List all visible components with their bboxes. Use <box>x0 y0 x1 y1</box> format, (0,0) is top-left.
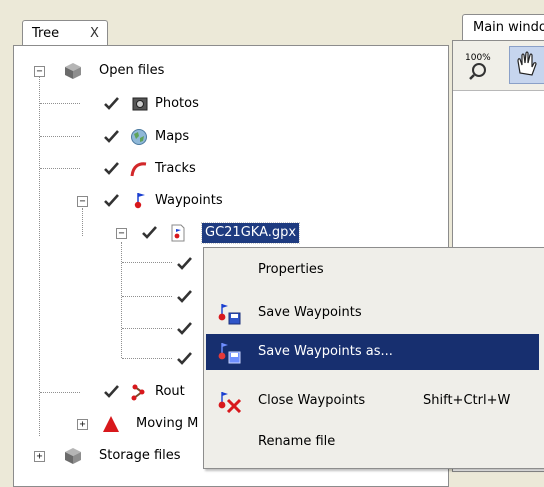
tree-item-label: Photos <box>155 96 199 111</box>
main-toolbar: 100% <box>453 41 544 91</box>
close-waypoints-icon <box>218 392 242 413</box>
checkbox-checked-icon[interactable] <box>104 384 119 399</box>
menu-item-label: Save Waypoints as... <box>258 344 393 359</box>
tree-tab-close-button[interactable]: X <box>90 21 99 47</box>
collapse-toggle[interactable]: − <box>77 196 88 207</box>
map-icon <box>131 129 147 145</box>
moving-marker-icon <box>103 416 119 432</box>
menu-item-save-waypoints[interactable]: Save Waypoints <box>206 295 539 331</box>
checkbox-checked-icon[interactable] <box>104 193 119 208</box>
pan-hand-icon <box>517 51 537 76</box>
tree-connector <box>122 262 172 263</box>
camera-icon <box>132 97 148 111</box>
main-window-tab[interactable]: Main windo <box>462 14 544 40</box>
checkbox-checked-icon[interactable] <box>104 96 119 111</box>
menu-item-label: Rename file <box>258 434 336 449</box>
tree-connector <box>122 328 172 329</box>
tree-item-label: Waypoints <box>155 193 223 208</box>
tree-item-storage-files[interactable]: + Storage files <box>14 446 214 466</box>
checkbox-checked-icon[interactable] <box>177 289 192 304</box>
collapse-toggle[interactable]: − <box>116 228 127 239</box>
pan-button[interactable] <box>509 46 544 84</box>
collapse-toggle[interactable]: − <box>34 66 45 77</box>
tree-item-label: Storage files <box>99 448 181 463</box>
menu-item-label: Properties <box>258 262 324 277</box>
track-icon <box>130 162 147 177</box>
menu-item-close-waypoints[interactable]: Close Waypoints Shift+Ctrl+W <box>206 383 539 419</box>
checkbox-checked-icon[interactable] <box>177 321 192 336</box>
tree-item-label: Maps <box>155 129 190 144</box>
tree-item-open-files[interactable]: − Open files <box>14 61 314 81</box>
context-menu: Properties Save Waypoints Save Waypoints… <box>203 247 544 469</box>
checkbox-checked-icon[interactable] <box>177 351 192 366</box>
menu-item-shortcut: Shift+Ctrl+W <box>423 393 511 408</box>
tree-item-tracks[interactable]: Tracks <box>14 159 314 179</box>
tree-item-waypoints[interactable]: − Waypoints <box>14 191 314 211</box>
menu-item-rename-file[interactable]: Rename file <box>206 424 539 460</box>
zoom-100-label: 100% <box>465 53 491 63</box>
tree-item-label: Tracks <box>155 161 196 176</box>
checkbox-checked-icon[interactable] <box>104 129 119 144</box>
checkbox-checked-icon[interactable] <box>177 256 192 271</box>
tree-tab-label: Tree <box>32 26 60 41</box>
gpx-file-icon <box>171 224 185 242</box>
expand-toggle[interactable]: + <box>34 451 45 462</box>
tree-connector <box>121 242 122 358</box>
tree-item-label: Open files <box>99 63 165 78</box>
tree-item-label: Moving M <box>136 416 199 431</box>
main-window-tab-label: Main windo <box>473 20 544 35</box>
tree-connector <box>122 358 172 359</box>
tree-item-gpx-file[interactable]: − GC21GKA.gpx <box>14 222 334 244</box>
tree-item-label: GC21GKA.gpx <box>200 222 301 244</box>
menu-item-properties[interactable]: Properties <box>206 252 539 288</box>
tree-item-label: Rout <box>155 384 185 399</box>
save-waypoints-as-icon <box>218 343 241 364</box>
tree-connector <box>122 296 172 297</box>
zoom-100-icon: 100% <box>465 53 491 80</box>
menu-item-label: Close Waypoints <box>258 393 366 408</box>
storage-cube-icon <box>65 448 81 464</box>
menu-item-save-waypoints-as[interactable]: Save Waypoints as... <box>206 334 539 370</box>
zoom-100-button[interactable]: 100% <box>461 46 497 84</box>
tree-item-routes[interactable]: Rout <box>14 382 214 402</box>
checkbox-checked-icon[interactable] <box>104 161 119 176</box>
expand-toggle[interactable]: + <box>77 419 88 430</box>
tree-item-moving-map[interactable]: + Moving M <box>14 414 214 434</box>
cube-icon <box>65 63 81 79</box>
save-waypoints-icon <box>218 304 241 325</box>
menu-item-label: Save Waypoints <box>258 305 362 320</box>
route-icon <box>131 384 145 401</box>
tree-item-photos[interactable]: Photos <box>14 94 314 114</box>
tree-tab[interactable]: Tree X <box>22 20 108 46</box>
tree-item-maps[interactable]: Maps <box>14 127 314 147</box>
checkbox-checked-icon[interactable] <box>142 225 157 240</box>
waypoint-flag-icon <box>134 193 145 209</box>
